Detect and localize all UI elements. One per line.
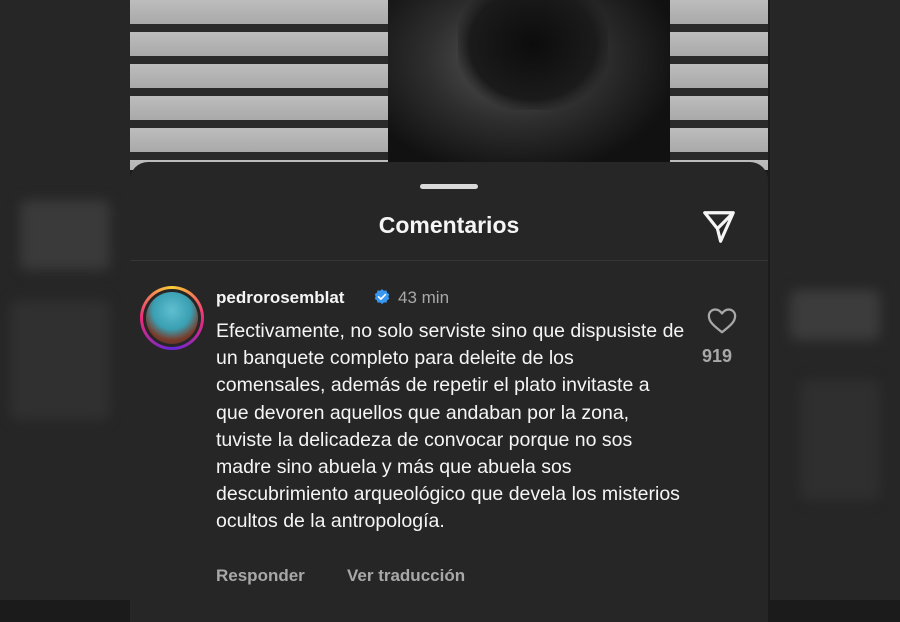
- header-divider: [130, 260, 768, 261]
- post-photo: [130, 0, 768, 170]
- like-count: 919: [702, 346, 733, 366]
- see-translation-button[interactable]: Ver traducción: [347, 566, 465, 586]
- paper-plane-icon[interactable]: [700, 208, 738, 246]
- background-blur-right: [770, 0, 900, 600]
- avatar-image: [146, 292, 198, 344]
- avatar[interactable]: [140, 286, 204, 350]
- comment-timestamp: 43 min: [398, 288, 450, 307]
- comment-username[interactable]: pedrorosemblat: [216, 288, 344, 308]
- reply-button[interactable]: Responder: [216, 566, 305, 586]
- comments-sheet: Comentarios pedrorosemblat 43 min Efecti…: [130, 162, 768, 622]
- background-blur-left: [0, 0, 130, 600]
- comment-text: Efectivamente, no solo serviste sino que…: [216, 320, 685, 533]
- sheet-grabber[interactable]: [420, 184, 478, 189]
- photo-subject: [388, 0, 670, 170]
- sheet-title: Comentarios: [378, 212, 520, 238]
- verified-badge-icon: [374, 289, 390, 305]
- heart-icon[interactable]: [707, 307, 737, 335]
